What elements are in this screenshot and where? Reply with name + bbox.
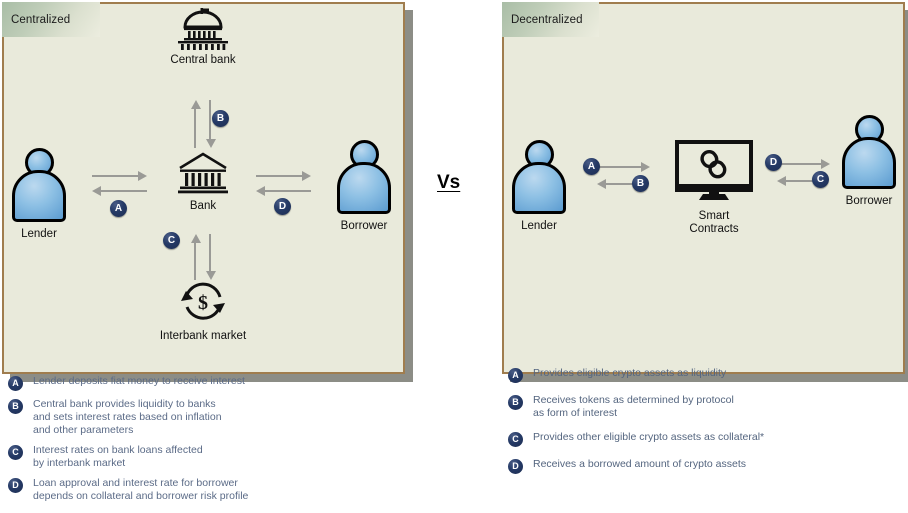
arrow-dc-pair-right <box>777 159 840 188</box>
badge-b-letter: B <box>216 112 225 124</box>
interbank-market-label: Interbank market <box>159 330 247 342</box>
borrower-person-icon <box>335 140 393 218</box>
legend-badge: B <box>508 395 523 410</box>
borrower-label: Borrower <box>340 220 388 232</box>
node-borrower-decentralized: Borrower <box>838 115 900 208</box>
node-lender-centralized: Lender <box>8 148 70 241</box>
legend-text: Provides eligible crypto assets as liqui… <box>533 367 727 379</box>
badge-b-letter-right: B <box>636 177 645 189</box>
legend-centralized: A Lender deposits fiat money to receive … <box>8 375 398 510</box>
lender-person-icon-right <box>510 140 568 218</box>
smart-contracts-label: Smart Contracts <box>689 210 739 235</box>
legend-text: Receives tokens as determined by protoco… <box>533 394 734 419</box>
lender-label: Lender <box>21 228 57 240</box>
arrow-d-pair <box>256 171 312 198</box>
legend-badge: D <box>508 459 523 474</box>
lender-label-right: Lender <box>521 220 557 232</box>
legend-text: Lender deposits fiat money to receive in… <box>33 375 245 387</box>
badge-a-right-panel: A <box>583 158 600 175</box>
badge-c-letter-right: C <box>816 173 825 185</box>
legend-badge: C <box>8 445 23 460</box>
legend-item: B Receives tokens as determined by proto… <box>508 394 898 420</box>
badge-b-right-panel: B <box>632 175 649 192</box>
legend-decentralized: A Provides eligible crypto assets as liq… <box>508 367 898 485</box>
vs-separator: Vs <box>437 172 461 193</box>
smart-contracts-icon <box>675 140 753 200</box>
arrow-ab-pair-right <box>597 162 660 191</box>
interbank-market-icon: $ <box>181 282 225 320</box>
legend-badge: A <box>508 368 523 383</box>
badge-d-right-panel: D <box>765 154 782 171</box>
badge-b-left-panel: B <box>212 110 229 127</box>
legend-text: Interest rates on bank loans affected by… <box>33 444 203 469</box>
badge-a-left-panel: A <box>110 200 127 217</box>
node-lender-decentralized: Lender <box>508 140 570 233</box>
legend-item: A Provides eligible crypto assets as liq… <box>508 367 898 383</box>
borrower-person-icon-right <box>840 115 898 193</box>
legend-text: Loan approval and interest rate for borr… <box>33 477 249 502</box>
lender-person-icon <box>10 148 68 226</box>
badge-c-left-panel: C <box>163 232 180 249</box>
legend-badge: B <box>8 399 23 414</box>
legend-badge: C <box>508 432 523 447</box>
badge-d-letter: D <box>278 200 287 212</box>
legend-item: C Interest rates on bank loans affected … <box>8 444 398 470</box>
legend-badge: A <box>8 376 23 391</box>
badge-a-letter: A <box>114 202 123 214</box>
legend-item: B Central bank provides liquidity to ban… <box>8 398 398 437</box>
bank-label: Bank <box>189 200 217 212</box>
central-bank-icon <box>178 8 228 50</box>
tab-decentralized-label: Decentralized <box>511 13 583 26</box>
badge-d-letter-right: D <box>769 156 778 168</box>
node-central-bank: Central bank <box>170 8 236 67</box>
node-interbank-market: $ Interbank market <box>155 278 251 343</box>
central-bank-label: Central bank <box>170 54 236 66</box>
legend-item: D Loan approval and interest rate for bo… <box>8 477 398 503</box>
node-smart-contracts: Smart Contracts <box>670 140 758 236</box>
arrow-a-pair <box>92 171 148 198</box>
legend-badge: D <box>8 478 23 493</box>
badge-a-letter-right: A <box>587 160 596 172</box>
legend-item: D Receives a borrowed amount of crypto a… <box>508 458 898 474</box>
badge-c-letter: C <box>167 234 176 246</box>
borrower-label-right: Borrower <box>845 195 893 207</box>
svg-text:$: $ <box>198 292 208 314</box>
legend-item: C Provides other eligible crypto assets … <box>508 431 898 447</box>
tab-centralized-label: Centralized <box>11 13 71 26</box>
node-bank: Bank <box>170 152 236 213</box>
bank-icon <box>178 152 228 194</box>
badge-c-right-panel: C <box>812 171 829 188</box>
legend-text: Central bank provides liquidity to banks… <box>33 398 222 436</box>
arrow-c-pair <box>191 234 217 280</box>
tab-centralized[interactable]: Centralized <box>2 2 100 37</box>
legend-text: Receives a borrowed amount of crypto ass… <box>533 458 747 470</box>
badge-d-left-panel: D <box>274 198 291 215</box>
tab-decentralized[interactable]: Decentralized <box>502 2 599 37</box>
legend-item: A Lender deposits fiat money to receive … <box>8 375 398 391</box>
node-borrower-centralized: Borrower <box>333 140 395 233</box>
legend-text: Provides other eligible crypto assets as… <box>533 431 765 443</box>
